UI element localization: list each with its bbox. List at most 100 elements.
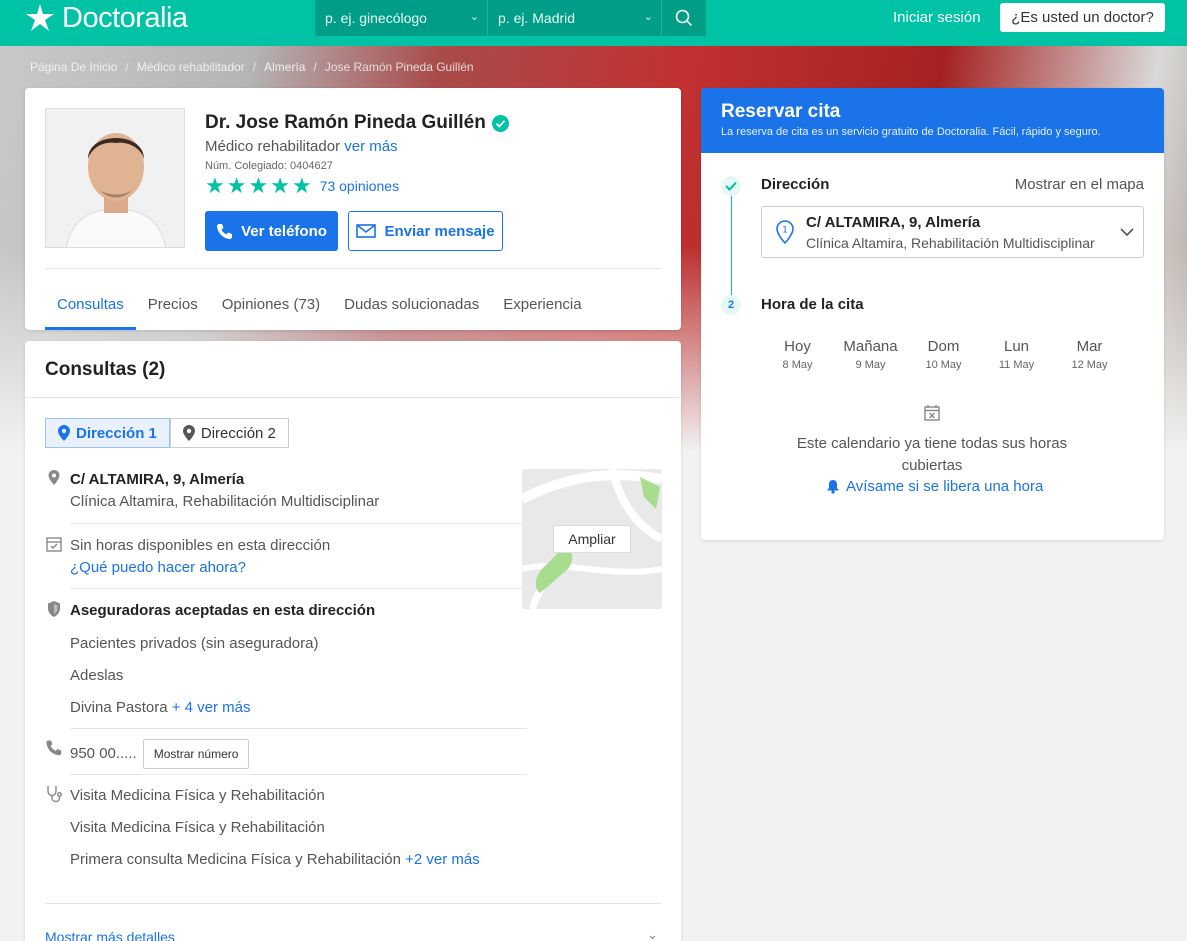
chevron-down-icon: [1120, 228, 1134, 237]
breadcrumb-current: Jose Ramón Pineda Guillén: [324, 60, 474, 74]
specialty-placeholder: p. ej. ginecólogo: [325, 10, 427, 26]
show-phone-button[interactable]: Ver teléfono: [205, 211, 338, 251]
search-button[interactable]: [662, 0, 706, 36]
day-date: 9 May: [855, 359, 886, 371]
booking-address: C/ ALTAMIRA, 9, Almería: [806, 214, 981, 231]
breadcrumb-home[interactable]: Página De Inicio: [30, 60, 117, 74]
doctor-name-text: Dr. Jose Ramón Pineda Guillén: [205, 112, 486, 133]
shield-icon: [48, 601, 60, 617]
booking-card: Reservar cita La reserva de cita es un s…: [701, 88, 1164, 540]
booking-title: Reservar cita: [721, 101, 841, 122]
calendar-x-icon: [924, 405, 940, 421]
more-details-link[interactable]: Mostrar más detalles: [45, 929, 175, 941]
send-message-label: Enviar mensaje: [384, 222, 495, 240]
step-2-number: 2: [721, 295, 741, 315]
calendar-check-icon: [46, 537, 62, 552]
doctor-portrait-image: [46, 109, 184, 247]
are-you-doctor-button[interactable]: ¿Es usted un doctor?: [1000, 3, 1165, 32]
reviews-link[interactable]: 73 opiniones: [320, 178, 399, 194]
clinic-text: Clínica Altamira, Rehabilitación Multidi…: [70, 493, 380, 510]
day-column[interactable]: Lun 11 May: [980, 338, 1053, 371]
services-more-link[interactable]: +2 ver más: [405, 851, 480, 868]
day-column[interactable]: Hoy 8 May: [761, 338, 834, 371]
bell-icon: [827, 480, 839, 494]
address-select[interactable]: 1 C/ ALTAMIRA, 9, Almería Clínica Altami…: [761, 206, 1144, 258]
show-number-button[interactable]: Mostrar número: [142, 739, 250, 769]
divider: [70, 728, 527, 729]
location-placeholder: p. ej. Madrid: [498, 10, 576, 26]
login-link[interactable]: Iniciar sesión: [893, 9, 981, 26]
map-pin-icon: [58, 425, 70, 441]
tab-experiencia[interactable]: Experiencia: [491, 284, 593, 330]
divider: [70, 588, 527, 589]
consultas-card: Consultas (2) Dirección 1 Dirección 2 C/…: [25, 341, 681, 941]
star-icon: ★: [205, 173, 225, 198]
services-row: Visita Medicina Física y Rehabilitación …: [45, 785, 502, 871]
divider: [25, 397, 681, 398]
search-icon: [675, 9, 693, 27]
insurer-item: Pacientes privados (sin aseguradora): [70, 635, 319, 652]
breadcrumb: Página De Inicio / Médico rehabilitador / …: [30, 60, 474, 74]
day-name: Mar: [1076, 338, 1103, 355]
map-pin-icon: [182, 425, 195, 441]
profile-card: Dr. Jose Ramón Pineda Guillén Médico reh…: [25, 88, 681, 330]
chevron-down-icon[interactable]: ⌄: [647, 927, 658, 941]
doctor-name: Dr. Jose Ramón Pineda Guillén: [205, 112, 509, 134]
what-now-link[interactable]: ¿Qué puedo hacer ahora?: [70, 559, 246, 576]
doctoralia-logo[interactable]: Doctoralia: [24, 2, 188, 34]
star-icon: ★: [291, 173, 312, 198]
day-column[interactable]: Dom 10 May: [907, 338, 980, 371]
step-1-check-icon: [721, 176, 741, 196]
doctor-photo: [45, 108, 185, 248]
chevron-down-icon: ⌄: [469, 11, 479, 23]
day-date: 8 May: [782, 359, 813, 371]
star-icon: ★: [226, 173, 247, 198]
send-message-button[interactable]: Enviar mensaje: [348, 211, 503, 251]
divider: [45, 903, 661, 904]
address-text: C/ ALTAMIRA, 9, Almería: [70, 471, 245, 488]
tab-precios[interactable]: Precios: [136, 284, 210, 330]
day-name: Hoy: [784, 338, 811, 355]
breadcrumb-city[interactable]: Almería: [264, 60, 305, 74]
profile-tabs: Consultas Precios Opiniones (73) Dudas s…: [45, 284, 594, 330]
verified-check-icon: [491, 114, 509, 132]
doctor-specialty: Médico rehabilitador ver más: [205, 138, 398, 155]
address-tab-2[interactable]: Dirección 2: [169, 418, 289, 448]
address-tab-1[interactable]: Dirección 1: [45, 418, 170, 448]
license-number: Núm. Colegiado: 0404627: [205, 160, 333, 172]
insurer-item: Divina Pastora + 4 ver más: [70, 697, 502, 719]
show-on-map-link[interactable]: Mostrar en el mapa: [1015, 176, 1144, 193]
notify-me-link[interactable]: Avísame si se libera una hora: [826, 478, 1043, 495]
insurer-item-text: Divina Pastora: [70, 699, 168, 716]
address-tabs: Dirección 1 Dirección 2: [45, 418, 289, 448]
pin-number: 1: [782, 226, 788, 236]
location-pin-icon: [48, 470, 60, 485]
top-header: Doctoralia p. ej. ginecólogo ⌄ p. ej. Ma…: [0, 0, 1187, 46]
phone-row: 950 00..... Mostrar número: [45, 739, 502, 769]
see-more-specialties-link[interactable]: ver más: [344, 138, 397, 155]
day-column[interactable]: Mar 12 May: [1053, 338, 1126, 371]
calendar-full-text: Este calendario ya tiene todas sus horas…: [796, 435, 1068, 474]
location-search-input[interactable]: p. ej. Madrid ⌄: [488, 0, 661, 36]
stethoscope-icon: [47, 786, 62, 803]
specialty-search-input[interactable]: p. ej. ginecólogo ⌄: [315, 0, 487, 36]
logo-text: Doctoralia: [62, 1, 188, 34]
booking-header: Reservar cita La reserva de cita es un s…: [701, 88, 1164, 153]
enlarge-map-button[interactable]: Ampliar: [553, 525, 631, 553]
insurers-more-link[interactable]: + 4 ver más: [172, 699, 251, 716]
map-thumbnail[interactable]: Ampliar: [522, 469, 662, 609]
envelope-icon: [356, 224, 377, 238]
day-column[interactable]: Mañana 9 May: [834, 338, 907, 371]
service-item: Primera consulta Medicina Física y Rehab…: [70, 849, 502, 871]
service-item: Visita Medicina Física y Rehabilitación: [70, 819, 325, 836]
insurers-row: Aseguradoras aceptadas en esta dirección…: [45, 600, 502, 719]
tab-consultas[interactable]: Consultas: [45, 284, 136, 330]
day-date: 11 May: [998, 359, 1035, 371]
step-connector: [731, 196, 732, 298]
breadcrumb-specialty[interactable]: Médico rehabilitador: [137, 60, 245, 74]
day-date: 10 May: [925, 359, 962, 371]
day-name: Dom: [927, 338, 960, 355]
tab-opiniones[interactable]: Opiniones (73): [210, 284, 332, 330]
address-tab-2-label: Dirección 2: [200, 424, 276, 442]
tab-dudas[interactable]: Dudas solucionadas: [332, 284, 491, 330]
